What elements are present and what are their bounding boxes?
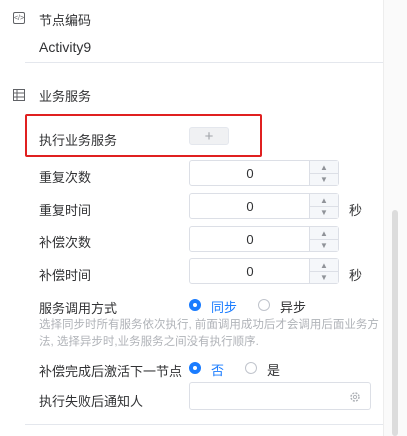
activate-next-label: 补偿完成后激活下一节点 — [39, 364, 183, 379]
call-mode-label: 服务调用方式 — [39, 301, 118, 316]
decrease-icon[interactable]: ▼ — [310, 206, 338, 218]
radio-sync[interactable] — [189, 299, 201, 311]
bottom-divider — [25, 424, 383, 425]
compensate-time-value[interactable]: 0 — [190, 259, 310, 283]
node-code-label: 节点编码 — [39, 13, 92, 28]
stepper-controls: ▲ ▼ — [309, 259, 338, 283]
retry-time-value[interactable]: 0 — [190, 194, 310, 218]
stepper-controls: ▲ ▼ — [309, 161, 338, 185]
retry-time-unit: 秒 — [349, 203, 363, 218]
radio-yes-label[interactable]: 是 — [267, 360, 280, 379]
plus-icon: + — [204, 127, 214, 145]
notify-person-input[interactable] — [189, 382, 371, 410]
code-icon: </> — [13, 12, 25, 24]
retry-time-label: 重复时间 — [39, 203, 92, 218]
execute-service-label: 执行业务服务 — [39, 133, 118, 148]
gear-icon[interactable] — [349, 390, 361, 402]
decrease-icon[interactable]: ▼ — [310, 173, 338, 185]
compensate-time-label: 补偿时间 — [39, 268, 92, 283]
node-code-value: Activity9 — [39, 39, 92, 55]
radio-async[interactable] — [258, 299, 270, 311]
add-service-button[interactable]: + — [189, 127, 229, 145]
compensate-count-value[interactable]: 0 — [190, 227, 310, 251]
stepper-controls: ▲ ▼ — [309, 227, 338, 251]
compensate-time-stepper[interactable]: 0 ▲ ▼ — [189, 258, 339, 284]
retry-count-value[interactable]: 0 — [190, 161, 310, 185]
radio-no-label[interactable]: 否 — [211, 360, 224, 379]
business-service-title: 业务服务 — [39, 89, 92, 104]
radio-no[interactable] — [189, 362, 201, 374]
notify-on-fail-label: 执行失败后通知人 — [39, 394, 144, 409]
decrease-icon[interactable]: ▼ — [310, 271, 338, 283]
call-mode-hint: 选择同步时所有服务依次执行, 前面调用成功后才会调用后面业务方法, 选择异步时,… — [39, 319, 379, 348]
section-divider — [25, 62, 383, 63]
list-icon — [13, 88, 25, 101]
retry-count-stepper[interactable]: 0 ▲ ▼ — [189, 160, 339, 186]
compensate-count-label: 补偿次数 — [39, 235, 92, 250]
scrollbar-thumb[interactable] — [392, 210, 398, 436]
retry-time-stepper[interactable]: 0 ▲ ▼ — [189, 193, 339, 219]
stepper-controls: ▲ ▼ — [309, 194, 338, 218]
compensate-time-unit: 秒 — [349, 268, 363, 283]
scrollbar-track[interactable] — [383, 0, 407, 436]
retry-count-label: 重复次数 — [39, 170, 92, 185]
compensate-count-stepper[interactable]: 0 ▲ ▼ — [189, 226, 339, 252]
decrease-icon[interactable]: ▼ — [310, 239, 338, 251]
radio-async-label[interactable]: 异步 — [280, 297, 306, 316]
radio-sync-label[interactable]: 同步 — [211, 297, 237, 316]
radio-yes[interactable] — [245, 362, 257, 374]
